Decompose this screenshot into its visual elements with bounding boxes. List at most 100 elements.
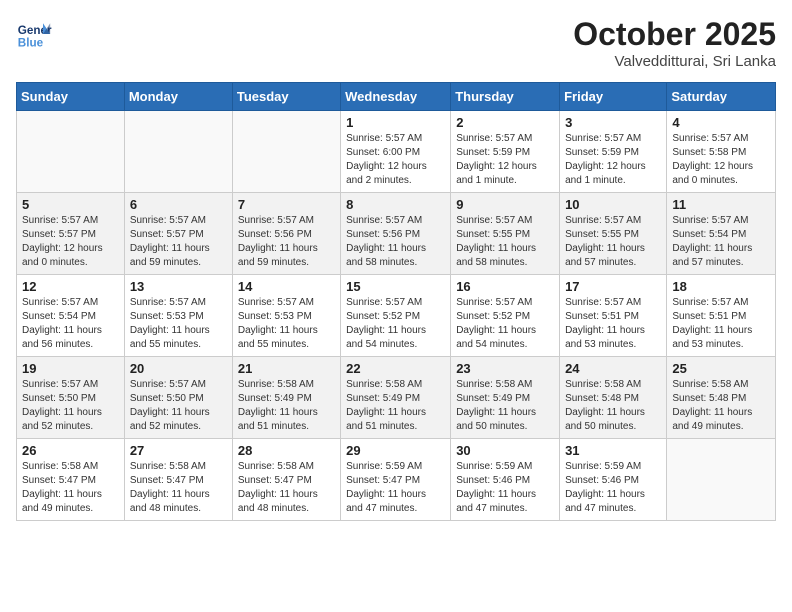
day-number: 16 bbox=[456, 279, 554, 294]
calendar-table: SundayMondayTuesdayWednesdayThursdayFrid… bbox=[16, 82, 776, 521]
calendar-cell: 22Sunrise: 5:58 AM Sunset: 5:49 PM Dayli… bbox=[341, 357, 451, 439]
day-number: 12 bbox=[22, 279, 119, 294]
day-info: Sunrise: 5:59 AM Sunset: 5:47 PM Dayligh… bbox=[346, 460, 445, 516]
calendar-cell: 3 Sunrise: 5:57 AM Sunset: 5:59 PM Daylig… bbox=[560, 111, 667, 193]
calendar-cell bbox=[667, 439, 776, 521]
day-info: Sunrise: 5:58 AM Sunset: 5:49 PM Dayligh… bbox=[238, 378, 335, 434]
calendar-cell: 17 Sunrise: 5:57 AM Sunset: 5:51 PM Dayli… bbox=[560, 275, 667, 357]
title-block: October 2025 Valvedditturai, Sri Lanka bbox=[573, 16, 776, 70]
calendar-cell: 20 Sunrise: 5:57 AM Sunset: 5:50 PM Dayli… bbox=[124, 357, 232, 439]
day-number: 7 bbox=[238, 197, 335, 212]
day-info: Sunrise: 5:57 AM Sunset: 5:54 PM Dayligh… bbox=[22, 296, 119, 352]
day-info: Sunrise: 5:57 AM Sunset: 5:56 PM Dayligh… bbox=[346, 214, 445, 270]
day-info: Sunrise: 5:57 AM Sunset: 5:58 PM Dayligh… bbox=[672, 132, 770, 188]
calendar-cell: 25 Sunrise: 5:58 AM Sunset: 5:48 PM Dayli… bbox=[667, 357, 776, 439]
logo-icon: General Blue bbox=[16, 16, 52, 52]
day-info: Sunrise: 5:57 AM Sunset: 5:52 PM Dayligh… bbox=[346, 296, 445, 352]
calendar-cell: 31 Sunrise: 5:59 AM Sunset: 5:46 PM Dayli… bbox=[560, 439, 667, 521]
day-number: 14 bbox=[238, 279, 335, 294]
calendar-week-row: 26 Sunrise: 5:58 AM Sunset: 5:47 PM Dayli… bbox=[17, 439, 776, 521]
day-info: Sunrise: 5:57 AM Sunset: 5:53 PM Dayligh… bbox=[238, 296, 335, 352]
calendar-cell: 26 Sunrise: 5:58 AM Sunset: 5:47 PM Dayli… bbox=[17, 439, 125, 521]
day-number: 10 bbox=[565, 197, 661, 212]
calendar-cell: 5Sunrise: 5:57 AM Sunset: 5:57 PM Daylig… bbox=[17, 193, 125, 275]
calendar-cell: 9 Sunrise: 5:57 AM Sunset: 5:55 PM Daylig… bbox=[451, 193, 560, 275]
day-info: Sunrise: 5:58 AM Sunset: 5:47 PM Dayligh… bbox=[238, 460, 335, 516]
day-info: Sunrise: 5:57 AM Sunset: 5:59 PM Dayligh… bbox=[456, 132, 554, 188]
day-info: Sunrise: 5:58 AM Sunset: 5:48 PM Dayligh… bbox=[565, 378, 661, 434]
calendar-cell: 16Sunrise: 5:57 AM Sunset: 5:52 PM Dayli… bbox=[451, 275, 560, 357]
calendar-cell: 29Sunrise: 5:59 AM Sunset: 5:47 PM Dayli… bbox=[341, 439, 451, 521]
day-info: Sunrise: 5:59 AM Sunset: 5:46 PM Dayligh… bbox=[565, 460, 661, 516]
day-info: Sunrise: 5:58 AM Sunset: 5:48 PM Dayligh… bbox=[672, 378, 770, 434]
day-number: 11 bbox=[672, 197, 770, 212]
calendar-cell bbox=[124, 111, 232, 193]
svg-text:Blue: Blue bbox=[18, 37, 44, 50]
day-info: Sunrise: 5:57 AM Sunset: 5:53 PM Dayligh… bbox=[130, 296, 227, 352]
day-info: Sunrise: 5:59 AM Sunset: 5:46 PM Dayligh… bbox=[456, 460, 554, 516]
calendar-cell: 2 Sunrise: 5:57 AM Sunset: 5:59 PM Daylig… bbox=[451, 111, 560, 193]
month-title: October 2025 bbox=[573, 16, 776, 53]
day-info: Sunrise: 5:57 AM Sunset: 5:50 PM Dayligh… bbox=[22, 378, 119, 434]
calendar-cell: 14 Sunrise: 5:57 AM Sunset: 5:53 PM Dayli… bbox=[232, 275, 340, 357]
day-info: Sunrise: 5:58 AM Sunset: 5:47 PM Dayligh… bbox=[22, 460, 119, 516]
day-number: 26 bbox=[22, 443, 119, 458]
calendar-week-row: 5 Sunrise: 5:57 AM Sunset: 5:57 PM Daylig… bbox=[17, 193, 776, 275]
weekday-header: Tuesday bbox=[232, 83, 340, 111]
day-info: Sunrise: 5:57 AM Sunset: 6:00 PM Dayligh… bbox=[346, 132, 445, 188]
calendar-cell bbox=[232, 111, 340, 193]
day-info: Sunrise: 5:58 AM Sunset: 5:49 PM Dayligh… bbox=[456, 378, 554, 434]
day-number: 31 bbox=[565, 443, 661, 458]
weekday-header: Wednesday bbox=[341, 83, 451, 111]
day-number: 6 bbox=[130, 197, 227, 212]
day-number: 23 bbox=[456, 361, 554, 376]
day-number: 9 bbox=[456, 197, 554, 212]
calendar-cell: 10Sunrise: 5:57 AM Sunset: 5:55 PM Dayli… bbox=[560, 193, 667, 275]
day-info: Sunrise: 5:57 AM Sunset: 5:59 PM Dayligh… bbox=[565, 132, 661, 188]
day-number: 2 bbox=[456, 115, 554, 130]
weekday-header: Saturday bbox=[667, 83, 776, 111]
day-number: 21 bbox=[238, 361, 335, 376]
day-info: Sunrise: 5:57 AM Sunset: 5:57 PM Dayligh… bbox=[130, 214, 227, 270]
calendar-cell: 23 Sunrise: 5:58 AM Sunset: 5:49 PM Dayli… bbox=[451, 357, 560, 439]
weekday-header: Monday bbox=[124, 83, 232, 111]
day-info: Sunrise: 5:57 AM Sunset: 5:54 PM Dayligh… bbox=[672, 214, 770, 270]
calendar-cell: 30Sunrise: 5:59 AM Sunset: 5:46 PM Dayli… bbox=[451, 439, 560, 521]
day-number: 24 bbox=[565, 361, 661, 376]
calendar-cell: 1 Sunrise: 5:57 AM Sunset: 6:00 PM Daylig… bbox=[341, 111, 451, 193]
calendar-cell: 13 Sunrise: 5:57 AM Sunset: 5:53 PM Dayli… bbox=[124, 275, 232, 357]
day-info: Sunrise: 5:57 AM Sunset: 5:51 PM Dayligh… bbox=[672, 296, 770, 352]
day-number: 5 bbox=[22, 197, 119, 212]
day-number: 27 bbox=[130, 443, 227, 458]
calendar-cell: 19 Sunrise: 5:57 AM Sunset: 5:50 PM Dayli… bbox=[17, 357, 125, 439]
day-number: 25 bbox=[672, 361, 770, 376]
calendar-cell: 21 Sunrise: 5:58 AM Sunset: 5:49 PM Dayli… bbox=[232, 357, 340, 439]
day-number: 22 bbox=[346, 361, 445, 376]
day-info: Sunrise: 5:58 AM Sunset: 5:47 PM Dayligh… bbox=[130, 460, 227, 516]
calendar-cell: 12 Sunrise: 5:57 AM Sunset: 5:54 PM Dayli… bbox=[17, 275, 125, 357]
day-number: 13 bbox=[130, 279, 227, 294]
calendar-cell: 27 Sunrise: 5:58 AM Sunset: 5:47 PM Dayli… bbox=[124, 439, 232, 521]
calendar-cell: 15Sunrise: 5:57 AM Sunset: 5:52 PM Dayli… bbox=[341, 275, 451, 357]
calendar-cell: 18 Sunrise: 5:57 AM Sunset: 5:51 PM Dayli… bbox=[667, 275, 776, 357]
day-info: Sunrise: 5:57 AM Sunset: 5:50 PM Dayligh… bbox=[130, 378, 227, 434]
calendar-week-row: 1 Sunrise: 5:57 AM Sunset: 6:00 PM Daylig… bbox=[17, 111, 776, 193]
day-number: 1 bbox=[346, 115, 445, 130]
calendar-cell: 28Sunrise: 5:58 AM Sunset: 5:47 PM Dayli… bbox=[232, 439, 340, 521]
day-number: 8 bbox=[346, 197, 445, 212]
calendar-cell: 8 Sunrise: 5:57 AM Sunset: 5:56 PM Daylig… bbox=[341, 193, 451, 275]
day-info: Sunrise: 5:57 AM Sunset: 5:51 PM Dayligh… bbox=[565, 296, 661, 352]
day-number: 20 bbox=[130, 361, 227, 376]
logo: General Blue bbox=[16, 16, 52, 52]
calendar-cell: 24 Sunrise: 5:58 AM Sunset: 5:48 PM Dayli… bbox=[560, 357, 667, 439]
day-number: 3 bbox=[565, 115, 661, 130]
day-number: 17 bbox=[565, 279, 661, 294]
calendar-cell: 4Sunrise: 5:57 AM Sunset: 5:58 PM Daylig… bbox=[667, 111, 776, 193]
location-subtitle: Valvedditturai, Sri Lanka bbox=[573, 53, 776, 70]
calendar-week-row: 19 Sunrise: 5:57 AM Sunset: 5:50 PM Dayli… bbox=[17, 357, 776, 439]
day-number: 19 bbox=[22, 361, 119, 376]
day-info: Sunrise: 5:57 AM Sunset: 5:56 PM Dayligh… bbox=[238, 214, 335, 270]
day-number: 18 bbox=[672, 279, 770, 294]
calendar-cell bbox=[17, 111, 125, 193]
day-info: Sunrise: 5:57 AM Sunset: 5:55 PM Dayligh… bbox=[456, 214, 554, 270]
